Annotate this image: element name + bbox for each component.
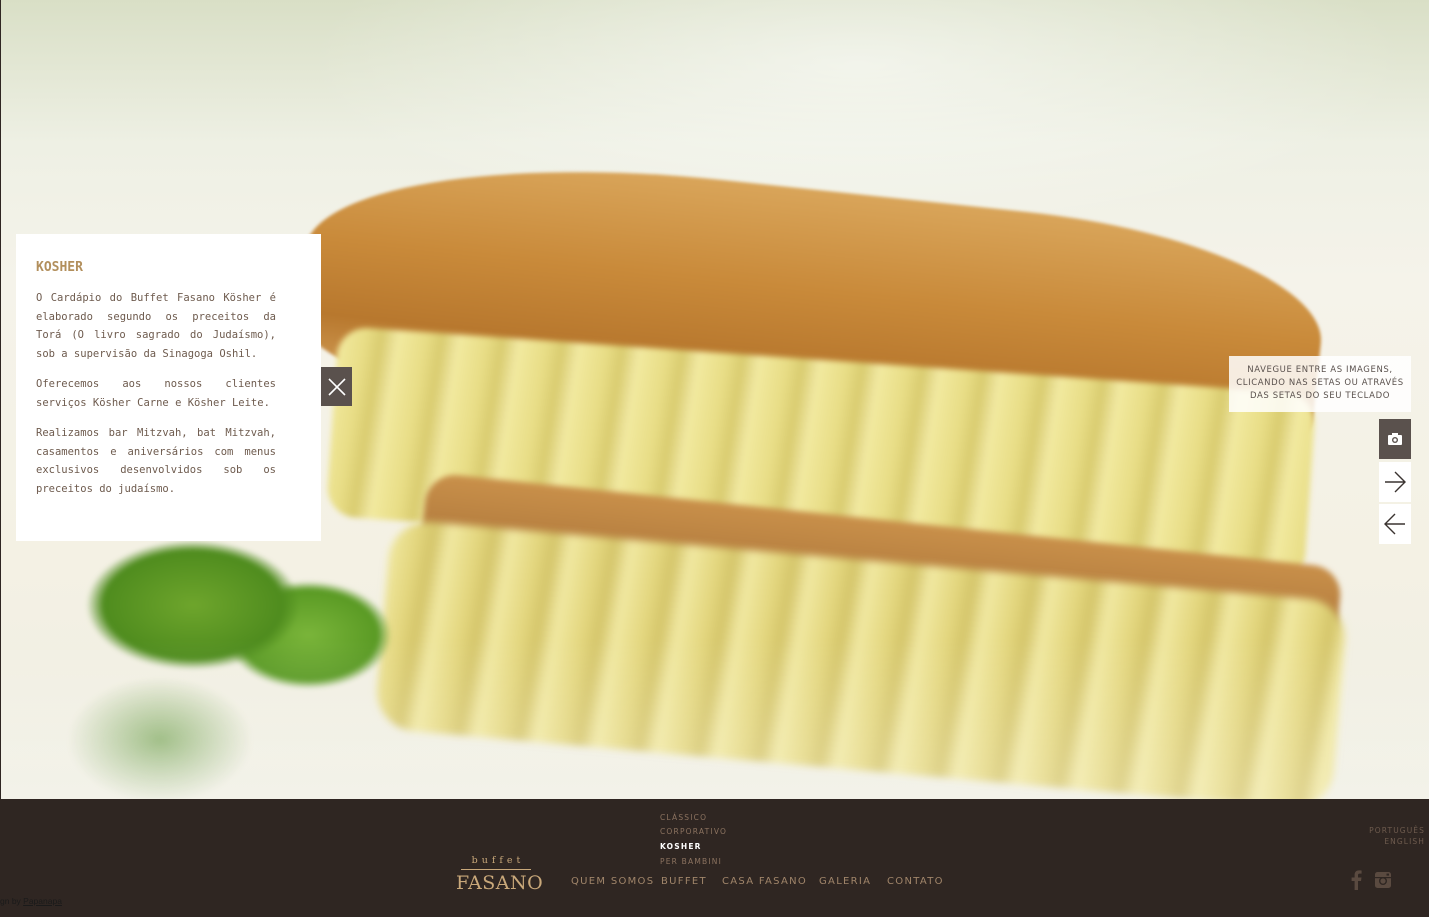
camera-icon <box>1388 433 1402 445</box>
facebook-link[interactable] <box>1346 870 1366 890</box>
submenu-item-per-bambini[interactable]: PER BAMBINI <box>660 857 722 866</box>
logo-title: FASANO <box>456 872 544 894</box>
nav-buffet[interactable]: BUFFET <box>661 876 707 887</box>
logo-subtitle: buffet <box>471 855 525 866</box>
nav-quem-somos[interactable]: QUEM SOMOS <box>571 876 654 887</box>
panel-paragraph: O Cardápio do Buffet Fasano Kösher é ela… <box>36 292 276 360</box>
facebook-icon <box>1351 870 1362 890</box>
nav-casa-fasano[interactable]: CASA FASANO <box>722 876 807 887</box>
next-image-button[interactable] <box>1379 462 1411 502</box>
close-icon <box>327 377 346 396</box>
nav-galeria[interactable]: GALERIA <box>819 876 871 887</box>
instagram-link[interactable] <box>1373 870 1393 890</box>
submenu-item-classico[interactable]: CLÁSSICO <box>660 813 707 822</box>
fasano-logo[interactable]: buffet FASANO <box>456 855 544 897</box>
info-panel: KOSHER O Cardápio do Buffet Fasano Köshe… <box>16 234 321 541</box>
language-english[interactable]: ENGLISH <box>1384 837 1425 846</box>
credit-link[interactable]: Papanapa <box>23 896 62 906</box>
design-credit: gn by Papanapa <box>0 896 62 906</box>
nav-contato[interactable]: CONTATO <box>887 876 944 887</box>
panel-paragraph: Realizamos bar Mitzvah, bat Mitzvah, cas… <box>36 427 276 495</box>
instagram-icon <box>1375 872 1391 888</box>
navigation-hint: NAVEGUE ENTRE AS IMAGENS, CLICANDO NAS S… <box>1229 356 1411 412</box>
submenu-item-corporativo[interactable]: CORPORATIVO <box>660 827 727 836</box>
language-portugues[interactable]: PORTUGUÊS <box>1369 826 1425 835</box>
arrow-left-icon <box>1384 513 1405 535</box>
submenu-item-kosher[interactable]: KOSHER <box>660 842 702 851</box>
arrow-right-icon <box>1385 471 1406 493</box>
panel-title: KOSHER <box>36 260 83 275</box>
panel-paragraph: Oferecemos aos nossos clientes serviços … <box>36 378 276 409</box>
close-panel-button[interactable] <box>321 367 352 406</box>
credit-prefix: gn by <box>0 896 24 906</box>
logo-divider <box>461 869 531 870</box>
gallery-toggle-button[interactable] <box>1379 419 1411 459</box>
previous-image-button[interactable] <box>1379 504 1411 544</box>
